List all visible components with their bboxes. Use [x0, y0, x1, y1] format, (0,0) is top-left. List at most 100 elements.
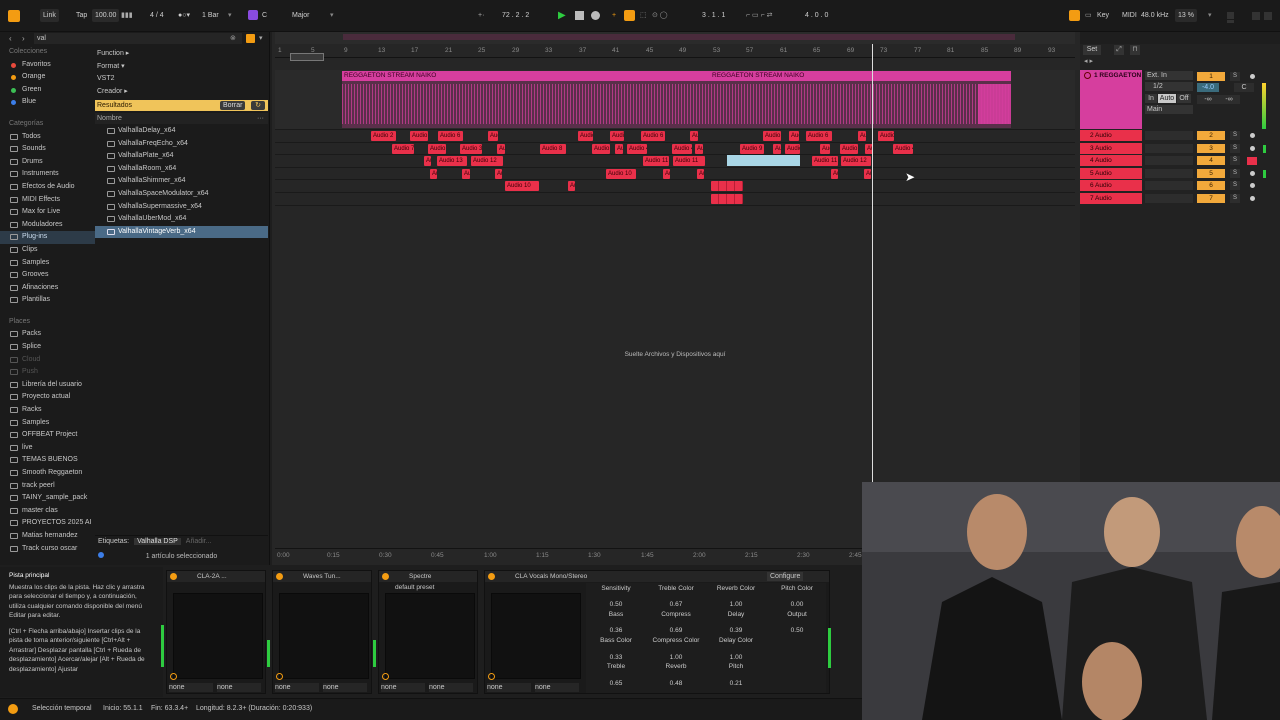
track-6-field[interactable] [1145, 181, 1193, 191]
audio-clip[interactable]: Audio 10 [663, 168, 670, 179]
audio-clip[interactable]: Audio 10 [831, 168, 838, 179]
overdub-icon[interactable]: + [612, 9, 616, 22]
key-select[interactable]: C [262, 9, 267, 22]
macro-knob-icon[interactable] [382, 673, 389, 680]
plugin-panel[interactable] [491, 593, 581, 679]
plugin-panel[interactable] [173, 593, 263, 679]
param-value[interactable]: 0.36 [588, 627, 644, 634]
sidebar-menu-icon[interactable]: ▾ [259, 34, 263, 42]
solo-button[interactable]: S [1230, 156, 1240, 166]
monitor-off-button[interactable]: Off [1177, 94, 1191, 103]
place-item[interactable]: Packs [0, 328, 95, 341]
place-item[interactable]: track peerl [0, 480, 95, 493]
pan-field[interactable]: C [1234, 83, 1254, 92]
device-title[interactable]: CLA-2A ... [167, 571, 265, 582]
info-toggle-icon[interactable] [8, 704, 18, 714]
scale-select[interactable]: Major [292, 9, 310, 22]
audio-clip[interactable]: Audio 10 [606, 168, 636, 179]
track-3-number[interactable]: 3 [1197, 143, 1225, 153]
input-type-select[interactable]: Ext. In [1145, 71, 1193, 80]
audio-clip[interactable]: Audio 2 [763, 131, 781, 141]
monitor-auto-button[interactable]: Auto [1158, 94, 1176, 103]
collection-blue[interactable]: Blue [0, 96, 95, 109]
loop-switch-icon[interactable]: ⊙ ◯ [652, 9, 668, 22]
place-item[interactable]: live [0, 442, 95, 455]
place-item[interactable]: Samples [0, 417, 95, 430]
param-value[interactable]: 0.69 [648, 627, 704, 634]
fold-icon[interactable] [1084, 72, 1091, 79]
category-templates[interactable]: Plantillas [0, 294, 95, 307]
audio-clip[interactable]: Audio 10 [568, 181, 575, 192]
param-select-2[interactable]: none [535, 683, 579, 692]
audio-clip[interactable]: Audio 6 [438, 131, 463, 141]
audio-clip-group[interactable] [711, 194, 743, 204]
audio-clip[interactable]: Audio 2 [858, 131, 866, 141]
macro-knob-icon[interactable] [276, 673, 283, 680]
track-4-header[interactable]: 4 Audio [1080, 155, 1142, 167]
audio-clip[interactable]: Audio 4 [840, 143, 858, 154]
audio-clip[interactable]: Audio 8 [540, 143, 566, 154]
result-item[interactable]: ValhallaPlate_x64 [95, 150, 268, 163]
category-instruments[interactable]: Instruments [0, 168, 95, 181]
place-item[interactable]: Proyecto actual [0, 391, 95, 404]
audio-clip[interactable]: Audio 11 [812, 156, 838, 167]
track-5-number[interactable]: 5 [1197, 168, 1225, 178]
result-item[interactable]: ValhallaSupermassive_x64 [95, 201, 268, 214]
audio-clip[interactable]: Audio 2 [878, 131, 894, 141]
track-7-number[interactable]: 7 [1197, 194, 1225, 203]
result-item[interactable]: ValhallaFreqEcho_x64 [95, 138, 268, 151]
audio-clip[interactable]: Audio 3 [615, 143, 623, 154]
place-item[interactable]: Racks [0, 404, 95, 417]
plugin-panel[interactable] [279, 593, 369, 679]
audio-clip[interactable]: Audio 6 [641, 131, 665, 141]
param-value[interactable]: 0.39 [708, 627, 764, 634]
audio-clip[interactable]: Audio 2 [371, 131, 396, 141]
metronome-bars-icon[interactable]: ▮▮▮ [121, 9, 133, 22]
audio-clip[interactable]: Audio 10 [697, 168, 704, 179]
category-drums[interactable]: Drums [0, 156, 95, 169]
configure-button[interactable]: Configure [767, 572, 804, 581]
result-item[interactable]: ValhallaSpaceModulator_x64 [95, 188, 268, 201]
volume-field[interactable]: -4.0 [1197, 83, 1219, 92]
solo-button[interactable]: S [1230, 194, 1240, 203]
collection-favoritos[interactable]: Favoritos [0, 59, 95, 72]
track-5-lane[interactable] [275, 168, 1075, 181]
live-logo-icon[interactable] [8, 10, 20, 22]
param-select-1[interactable]: none [487, 683, 531, 692]
track-7-header[interactable]: 7 Audio [1080, 193, 1142, 204]
param-value[interactable]: 0.00 [769, 601, 825, 608]
audio-clip[interactable]: Audio 10 [430, 168, 437, 179]
audio-clip[interactable]: Audio 3 [497, 143, 505, 154]
place-item[interactable]: Splice [0, 341, 95, 354]
audio-clip[interactable]: Audio 3 [695, 143, 703, 154]
audio-clip[interactable]: Audio 10 [495, 168, 502, 179]
audio-clip[interactable]: Audio 13 [437, 156, 467, 167]
category-todos[interactable]: Todos [0, 131, 95, 144]
param-select-1[interactable]: none [169, 683, 213, 692]
audio-clip[interactable]: Audio 7 [392, 143, 414, 154]
send-b-field[interactable]: -∞ [1218, 95, 1240, 104]
category-tunings[interactable]: Afinaciones [0, 282, 95, 295]
result-item[interactable]: ValhallaUberMod_x64 [95, 213, 268, 226]
track-4-number[interactable]: 4 [1197, 156, 1225, 166]
track-3-header[interactable]: 3 Audio [1080, 142, 1142, 154]
param-select-2[interactable]: none [429, 683, 473, 692]
arm-active-icon[interactable] [1247, 157, 1257, 165]
audio-clip[interactable]: Audio 10 [505, 181, 539, 192]
category-plugins[interactable]: Plug-ins [0, 231, 95, 244]
clear-filters-button[interactable]: Borrar [220, 101, 246, 110]
filter-toggle-icon[interactable] [246, 34, 255, 43]
place-item[interactable]: TAINY_sample_pack [0, 492, 95, 505]
quantize-chevron-icon[interactable]: ▾ [228, 9, 232, 22]
audio-clip[interactable]: Audio 2 [690, 131, 698, 141]
category-midi-effects[interactable]: MIDI Effects [0, 194, 95, 207]
param-select-1[interactable]: none [275, 683, 319, 692]
plugin-panel[interactable] [385, 593, 475, 679]
audio-clip[interactable]: Audio 3 [460, 143, 482, 154]
column-options-icon[interactable]: ··· [257, 113, 264, 124]
add-filter-icon[interactable]: ↻ [251, 101, 265, 110]
device-waves-tune[interactable]: Waves Tun... none none [272, 570, 372, 694]
audio-clip[interactable]: Audio 12 [471, 156, 503, 167]
device-title[interactable]: Spectre [379, 571, 477, 582]
track-1-name[interactable]: 1 REGGAETON [1094, 72, 1141, 79]
